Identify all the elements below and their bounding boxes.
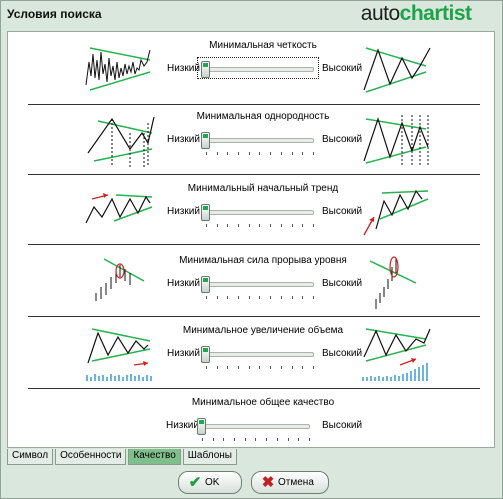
section-breakout-strength: Минимальная сила прорыва уровня Низкий В… <box>28 252 480 322</box>
cancel-label: Отмена <box>278 477 314 488</box>
section-divider <box>28 244 480 245</box>
ok-label: OK <box>205 477 220 488</box>
trend-pattern-left-icon <box>85 193 153 224</box>
volume-pattern-left-icon <box>86 328 152 381</box>
tab-quality[interactable]: Качество <box>128 449 181 465</box>
cancel-button[interactable]: ✖ Отмена <box>251 471 329 494</box>
overall-quality-slider[interactable] <box>194 415 314 441</box>
section-volume-increase: Минимальное увеличение объема Низкий Выс… <box>28 322 480 392</box>
ok-button[interactable]: ✔ OK <box>178 471 242 494</box>
slider-thumb[interactable] <box>201 61 210 78</box>
window-title: Условия поиска <box>7 7 102 21</box>
section-divider <box>28 104 480 105</box>
high-label: Высокий <box>322 206 363 217</box>
slider-thumb[interactable] <box>197 418 206 435</box>
section-divider <box>28 174 480 175</box>
slider-track[interactable] <box>202 138 314 143</box>
slider-ticks <box>206 296 314 300</box>
clarity-pattern-right-icon <box>363 47 431 93</box>
slider-ticks <box>206 152 314 156</box>
section-initial-trend: Минимальный начальный тренд Низкий Высок… <box>28 180 480 250</box>
slider-track[interactable] <box>202 352 314 357</box>
trend-pattern-right-icon <box>363 189 429 236</box>
high-label: Высокий <box>322 278 363 289</box>
high-label: Высокий <box>322 134 363 145</box>
slider-track[interactable] <box>202 210 314 215</box>
section-title: Минимальная четкость <box>209 40 317 51</box>
autochartist-logo: autochartist™ <box>360 0 481 25</box>
slider-thumb[interactable] <box>201 276 210 293</box>
check-icon: ✔ <box>188 474 202 491</box>
tab-features[interactable]: Особенности <box>55 449 127 465</box>
tab-bar: Символ Особенности Качество Шаблоны <box>7 449 239 465</box>
title-bar: Условия поиска autochartist™ <box>1 0 502 29</box>
slider-track[interactable] <box>202 282 314 287</box>
low-label: Низкий <box>167 278 200 289</box>
breakout-pattern-left-icon <box>95 258 145 301</box>
slider-track[interactable] <box>198 424 310 429</box>
section-title: Минимальное увеличение объема <box>182 325 344 336</box>
section-title: Минимальная однородность <box>196 111 330 122</box>
initial-trend-slider[interactable] <box>198 201 318 227</box>
high-label: Высокий <box>322 348 363 359</box>
low-label: Низкий <box>167 348 200 359</box>
slider-ticks <box>206 224 314 228</box>
uniformity-pattern-left-icon <box>87 116 155 167</box>
tab-symbol[interactable]: Символ <box>7 449 54 465</box>
clarity-slider[interactable] <box>197 57 319 79</box>
uniformity-slider[interactable] <box>198 129 318 155</box>
low-label: Низкий <box>167 134 200 145</box>
volume-increase-slider[interactable] <box>198 343 318 369</box>
slider-track[interactable] <box>202 67 314 72</box>
section-divider <box>28 388 480 389</box>
low-label: Низкий <box>167 63 200 74</box>
x-icon: ✖ <box>261 474 275 491</box>
section-title: Минимальный начальный тренд <box>187 183 339 194</box>
section-uniformity: Минимальная однородность Низкий Высокий <box>28 108 480 178</box>
low-label: Низкий <box>167 206 200 217</box>
clarity-pattern-left-icon <box>85 47 151 91</box>
uniformity-pattern-right-icon <box>363 115 429 167</box>
section-divider <box>28 316 480 317</box>
volume-pattern-right-icon <box>362 328 431 381</box>
section-clarity: Минимальная четкость Низкий Высокий <box>28 37 480 107</box>
section-title: Минимальная сила прорыва уровня <box>179 255 347 266</box>
search-conditions-window: Условия поиска autochartist™ Минимальная… <box>0 0 503 499</box>
section-title: Минимальное общее качество <box>191 397 335 408</box>
high-label: Высокий <box>322 420 363 431</box>
high-label: Высокий <box>322 63 363 74</box>
slider-thumb[interactable] <box>201 204 210 221</box>
quality-panel: Минимальная четкость Низкий Высокий Мини… <box>7 31 495 448</box>
tab-templates[interactable]: Шаблоны <box>182 449 237 465</box>
breakout-pattern-right-icon <box>369 256 417 309</box>
slider-ticks <box>206 366 314 370</box>
breakout-strength-slider[interactable] <box>198 273 318 299</box>
slider-ticks <box>202 438 310 442</box>
slider-thumb[interactable] <box>201 132 210 149</box>
slider-thumb[interactable] <box>201 346 210 363</box>
